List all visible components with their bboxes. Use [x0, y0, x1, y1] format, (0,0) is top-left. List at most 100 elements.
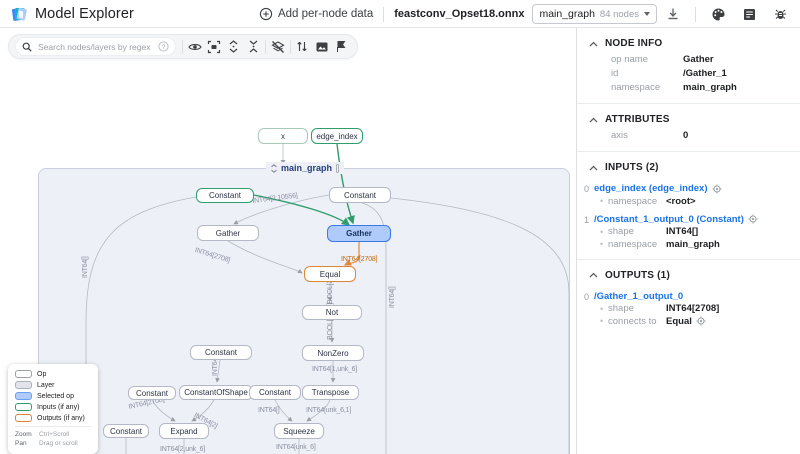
io-item: 1/Constant_1_output_0 (Constant) • shape IN… — [577, 214, 800, 250]
io-property-label: namespace — [608, 195, 658, 207]
flatten-layers-button[interactable] — [268, 36, 288, 58]
docs-button[interactable] — [737, 2, 761, 26]
io-tensor-link[interactable]: edge_index (edge_index) — [594, 183, 708, 194]
graph-node-constant[interactable]: Constant — [103, 424, 149, 438]
graph-node-squeeze[interactable]: Squeeze — [274, 423, 324, 439]
io-tensor-link[interactable]: /Constant_1_output_0 (Constant) — [594, 214, 744, 225]
search-icon — [22, 42, 32, 52]
section-node-info: NODE INFO op name Gather id/Gather_1 namesp… — [577, 28, 800, 104]
graph-node-count: 84 nodes — [599, 8, 639, 20]
collapse-all-button[interactable] — [244, 36, 264, 58]
io-property-label: connects to — [608, 315, 657, 327]
graph-node-x[interactable]: x — [258, 128, 308, 144]
graph-node-constant[interactable]: Constant — [329, 187, 391, 203]
property-label: namespace — [611, 81, 661, 93]
property-value: /Gather_1 — [683, 67, 727, 79]
add-circle-icon — [259, 7, 273, 21]
graph-node-constant[interactable]: Constant — [249, 385, 301, 400]
property-label: op name — [611, 53, 648, 65]
io-tensor-link[interactable]: /Gather_1_output_0 — [594, 291, 683, 302]
search-box[interactable]: ? — [15, 37, 176, 56]
trace-icon — [297, 41, 307, 52]
download-icon — [668, 8, 678, 20]
divider — [289, 39, 291, 54]
chevron-up-icon — [589, 117, 598, 122]
io-property-row: • namespace <root> — [594, 194, 800, 207]
chevron-down-icon — [644, 12, 650, 16]
chevron-up-icon — [589, 41, 598, 46]
section-node-info-header[interactable]: NODE INFO — [577, 35, 800, 52]
section-outputs: OUTPUTS (1) 0/Gather_1_output_0 • shape INT… — [577, 260, 800, 336]
svg-text:?: ? — [162, 44, 166, 51]
locate-icon[interactable] — [748, 214, 758, 224]
help-icon[interactable]: ? — [158, 41, 169, 52]
io-index: 1 — [584, 214, 590, 225]
section-attributes-header[interactable]: ATTRIBUTES — [577, 111, 800, 128]
snapshot-icon — [316, 42, 328, 51]
collapse-layer-icon — [271, 163, 277, 173]
property-row: namespace main_graph — [577, 80, 800, 94]
graph-node-equal[interactable]: Equal — [304, 266, 356, 282]
io-property-row: • shape INT64[2708] — [594, 302, 800, 314]
fit-to-screen-button[interactable] — [204, 36, 224, 58]
legend-swatch-outputs — [15, 414, 32, 422]
io-property-row: • namespace main_graph — [594, 237, 800, 250]
add-per-node-data-button[interactable]: Add per-node data — [259, 7, 373, 21]
graph-selector[interactable]: main_graph 84 nodes — [532, 4, 657, 24]
io-item: 0/Gather_1_output_0 • shape INT64[2708] • con… — [577, 291, 800, 327]
toggle-visibility-button[interactable] — [185, 36, 205, 58]
chevron-up-icon — [589, 272, 598, 278]
graph-node-constant[interactable]: Constant — [196, 188, 254, 203]
legend-item-selected: Selected op — [15, 392, 91, 400]
theme-button[interactable] — [706, 2, 730, 26]
io-property-row: • connects to Equal — [594, 314, 800, 327]
expand-all-button[interactable] — [224, 36, 244, 58]
graph-selector-value: main_graph — [539, 8, 595, 20]
graph-node-gather[interactable]: Gather — [197, 225, 259, 241]
legend-swatch-layer — [15, 381, 32, 389]
legend-label: Outputs (if any) — [37, 414, 85, 422]
legend-item-inputs: Inputs (if any) — [15, 403, 91, 411]
app-bar: Model Explorer Add per-node data feastco… — [0, 0, 800, 28]
io-property-row: • shape INT64[] — [594, 225, 800, 237]
divider — [383, 6, 385, 22]
graph-node-constant[interactable]: Constant — [190, 345, 252, 360]
legend-swatch-inputs — [15, 403, 32, 411]
graph-canvas[interactable]: main_graph x edge_index Constant Constant Ga… — [0, 28, 576, 454]
graph-node-expand[interactable]: Expand — [159, 423, 209, 439]
section-inputs-header[interactable]: INPUTS (2) — [577, 159, 800, 176]
property-row: id/Gather_1 — [577, 66, 800, 80]
trace-io-button[interactable] — [292, 36, 312, 58]
graph-legend: Op Layer Selected op Inputs (if any) Outputs… — [8, 364, 98, 454]
graph-node-not[interactable]: Not — [302, 305, 362, 320]
graph-node-nonzero[interactable]: NonZero — [302, 345, 364, 361]
io-index: 0 — [584, 184, 590, 194]
section-attributes: ATTRIBUTES axis 0 — [577, 104, 800, 152]
io-property-value: Equal — [666, 316, 706, 327]
download-graph-button[interactable] — [661, 2, 685, 26]
layer-label-main-graph[interactable]: main_graph — [266, 162, 345, 174]
bullet: • — [600, 239, 604, 249]
section-outputs-header[interactable]: OUTPUTS (1) — [577, 267, 800, 284]
property-value: main_graph — [683, 81, 737, 93]
graph-node-transpose[interactable]: Transpose — [302, 385, 359, 400]
locate-icon[interactable] — [696, 316, 706, 326]
fit-screen-icon — [208, 40, 221, 53]
io-property-value: <root> — [666, 195, 696, 207]
graph-node-gather[interactable]: Gather — [327, 225, 391, 242]
report-bug-button[interactable] — [768, 2, 792, 26]
legend-label: Layer — [37, 381, 55, 389]
locate-icon[interactable] — [712, 184, 722, 194]
bookmark-button[interactable] — [332, 36, 352, 58]
search-input[interactable] — [36, 40, 154, 53]
article-icon — [743, 8, 755, 20]
graph-node-constantofshape[interactable]: ConstantOfShape — [179, 385, 253, 400]
property-label: id — [611, 67, 619, 79]
legend-item-layer: Layer — [15, 381, 91, 389]
io-property-label: shape — [608, 226, 634, 237]
graph-node-constant[interactable]: Constant — [128, 386, 176, 400]
snapshot-button[interactable] — [312, 36, 332, 58]
bullet: • — [600, 196, 604, 206]
section-inputs: INPUTS (2) 0 edge_index (edge_index) • name… — [577, 152, 800, 260]
graph-node-edge_index[interactable]: edge_index — [311, 128, 363, 144]
